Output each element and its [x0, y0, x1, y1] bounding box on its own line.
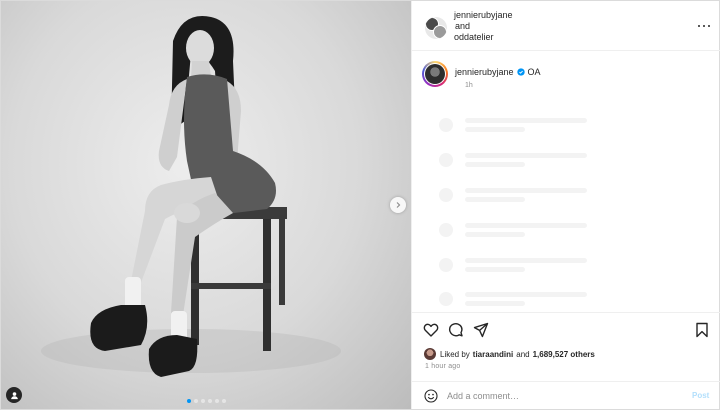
post-media[interactable]	[1, 1, 411, 409]
carousel-dot	[193, 399, 198, 403]
post-photo	[41, 16, 341, 377]
comment-form: Post	[412, 381, 720, 409]
action-bar	[412, 312, 720, 346]
username-link[interactable]: jennierubyjane	[454, 10, 513, 21]
comment-skeleton	[429, 290, 589, 310]
caption-text: OA	[527, 67, 541, 77]
more-horizontal-icon	[698, 25, 700, 27]
comment-icon	[448, 322, 463, 337]
comment-skeleton	[429, 116, 589, 136]
likes-summary: Liked by tiaraandini and 1,689,527 other…	[424, 347, 595, 361]
like-button[interactable]	[423, 322, 439, 338]
caption-line: jennierubyjane OA	[455, 67, 541, 77]
names-joiner: and	[455, 21, 471, 31]
more-options-button[interactable]	[698, 23, 710, 29]
carousel-dot	[207, 399, 212, 403]
caption: jennierubyjane OA 1h	[422, 61, 712, 93]
post-header: jennierubyjane and oddatelier	[412, 1, 720, 51]
share-icon	[473, 322, 489, 338]
collab-names: jennierubyjane and oddatelier	[454, 10, 513, 43]
comment-skeleton	[429, 151, 589, 171]
story-avatar[interactable]	[422, 61, 448, 87]
carousel-dot	[214, 399, 219, 403]
caption-time[interactable]: 1h	[465, 82, 473, 89]
liker-username[interactable]: tiaraandini	[473, 350, 513, 359]
caption-username[interactable]: jennierubyjane	[455, 67, 514, 77]
emoji-icon	[424, 389, 438, 403]
bookmark-icon	[696, 322, 708, 338]
tagged-users-button[interactable]	[6, 387, 22, 403]
liker-avatar[interactable]	[424, 348, 436, 360]
likes-prefix: Liked by	[440, 349, 470, 359]
carousel-dots	[1, 399, 411, 403]
save-button[interactable]	[694, 322, 710, 338]
post-comment-button[interactable]: Post	[692, 391, 709, 400]
chevron-right-icon	[396, 202, 401, 208]
heart-icon	[423, 323, 439, 337]
emoji-button[interactable]	[424, 389, 438, 403]
comment-skeleton	[429, 186, 589, 206]
likes-count[interactable]: 1,689,527 others	[533, 350, 595, 359]
carousel-dot	[221, 399, 226, 403]
post-sidebar: jennierubyjane and oddatelier jennieruby…	[411, 1, 720, 409]
username-link[interactable]: oddatelier	[454, 32, 513, 43]
user-tag-icon	[10, 391, 18, 399]
comment-button[interactable]	[448, 322, 464, 338]
next-slide-button[interactable]	[390, 197, 406, 213]
comment-input[interactable]	[447, 387, 677, 405]
comment-skeleton	[429, 221, 589, 241]
carousel-dot	[200, 399, 205, 403]
post-dialog: jennierubyjane and oddatelier jennieruby…	[0, 0, 720, 410]
comment-skeleton	[429, 256, 589, 276]
collab-avatar[interactable]	[425, 17, 447, 39]
share-button[interactable]	[473, 322, 489, 338]
verified-badge-icon	[516, 68, 525, 76]
carousel-dot	[186, 399, 191, 403]
likes-joiner: and	[516, 349, 530, 359]
post-timestamp[interactable]: 1 hour ago	[425, 363, 460, 370]
